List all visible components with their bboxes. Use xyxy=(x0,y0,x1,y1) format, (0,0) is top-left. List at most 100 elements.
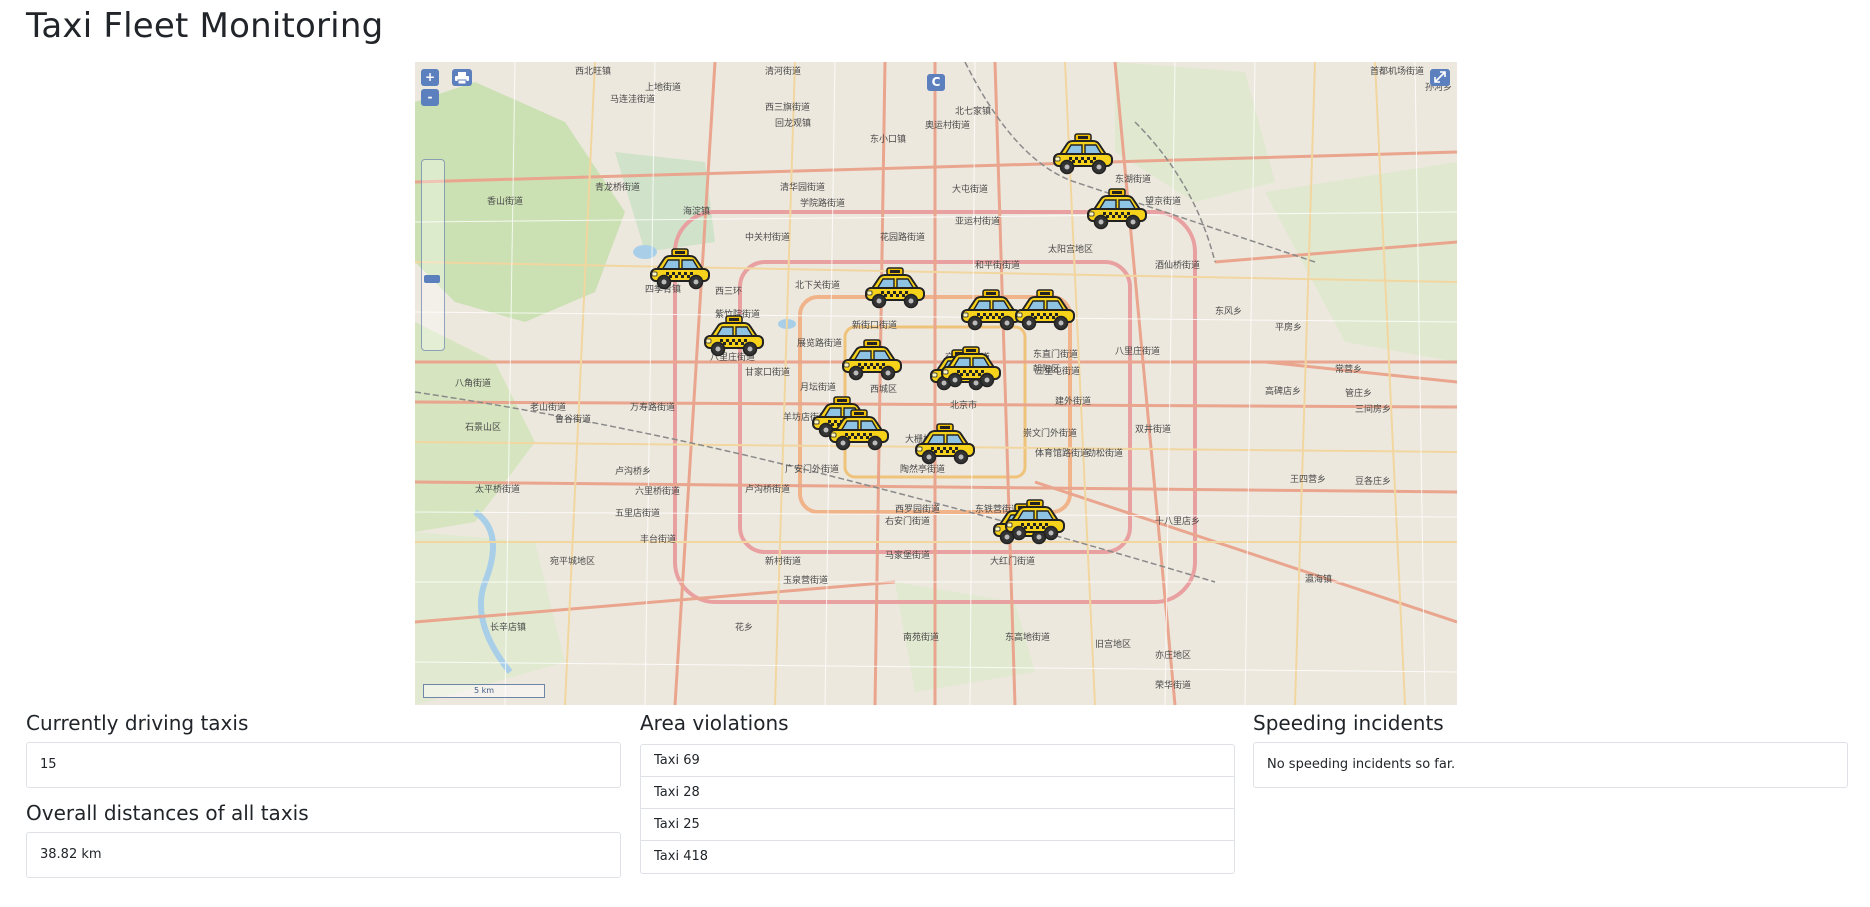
speeding-incidents-message: No speeding incidents so far. xyxy=(1253,742,1848,788)
list-item[interactable]: Taxi 69 xyxy=(641,745,1234,777)
map-place-label: 王四营乡 xyxy=(1290,473,1326,485)
driving-taxis-count: 15 xyxy=(26,742,621,788)
taxi-icon xyxy=(941,346,1001,388)
layer-switcher-button[interactable]: C xyxy=(927,74,945,91)
taxi-marker[interactable] xyxy=(827,408,891,452)
taxi-marker[interactable] xyxy=(1051,132,1115,176)
map-place-label: 亚运村街道 xyxy=(955,215,1000,227)
overall-distance-value: 38.82 km xyxy=(26,832,621,878)
zoom-slider[interactable] xyxy=(421,159,445,351)
map-place-label: 老山街道 xyxy=(530,401,566,413)
taxi-icon xyxy=(704,315,764,357)
zoom-out-button[interactable]: - xyxy=(421,89,439,106)
map-place-label: 劲松街道 xyxy=(1087,447,1123,459)
zoom-in-button[interactable]: + xyxy=(421,69,439,86)
map-place-label: 鲁谷街道 xyxy=(555,413,591,425)
taxi-marker[interactable] xyxy=(702,314,766,358)
taxi-marker[interactable] xyxy=(863,266,927,310)
taxi-marker[interactable] xyxy=(913,422,977,466)
map-place-label: 卢沟桥乡 xyxy=(615,465,651,477)
map-place-label: 北下关街道 xyxy=(795,279,840,291)
map-place-label: 奥运村街道 xyxy=(925,119,970,131)
map-place-label: 东小口镇 xyxy=(870,133,906,145)
map-place-label: 广安门外街道 xyxy=(785,463,839,475)
map-place-label: 八角街道 xyxy=(455,377,491,389)
taxi-marker[interactable] xyxy=(1003,498,1067,542)
map-place-label: 北京市 xyxy=(950,399,977,411)
map-place-label: 六里桥街道 xyxy=(635,485,680,497)
overall-distance-heading: Overall distances of all taxis xyxy=(26,801,309,825)
map-place-label: 大屯街道 xyxy=(952,183,988,195)
map-place-label: 大红门街道 xyxy=(990,555,1035,567)
zoom-slider-handle[interactable] xyxy=(424,275,440,283)
map-place-label: 十八里店乡 xyxy=(1155,515,1200,527)
map-place-label: 月坛街道 xyxy=(800,381,836,393)
map-place-label: 万寿路街道 xyxy=(630,401,675,413)
map-place-label: 宛平城地区 xyxy=(550,555,595,567)
map-place-label: 南苑街道 xyxy=(903,631,939,643)
fullscreen-icon xyxy=(1434,71,1446,83)
taxi-icon xyxy=(1015,289,1075,331)
area-violations-heading: Area violations xyxy=(640,711,789,735)
map-place-label: 中关村街道 xyxy=(745,231,790,243)
map-place-label: 长辛店镇 xyxy=(490,621,526,633)
taxi-marker[interactable] xyxy=(1085,187,1149,231)
map-place-label: 右安门街道 xyxy=(885,515,930,527)
map-place-label: 西三旗街道 xyxy=(765,101,810,113)
map-place-label: 西三环 xyxy=(715,286,742,297)
list-item[interactable]: Taxi 418 xyxy=(641,841,1234,873)
map-place-label: 东直门街道 xyxy=(1033,348,1078,360)
map-place-label: 马家堡街道 xyxy=(885,549,930,561)
map-place-label: 双井街道 xyxy=(1135,423,1171,435)
map-place-label: 瀛海镇 xyxy=(1305,573,1332,585)
taxi-icon xyxy=(1053,133,1113,175)
map-place-label: 望京街道 xyxy=(1145,195,1181,207)
map-place-label: 上地街道 xyxy=(645,81,681,93)
map-place-label: 清华园街道 xyxy=(780,181,825,193)
map-place-label: 北七家镇 xyxy=(955,105,991,117)
map-place-label: 花园路街道 xyxy=(880,231,925,243)
map-place-label: 西北旺镇 xyxy=(575,65,611,77)
printer-icon xyxy=(455,72,469,85)
map-place-label: 清河街道 xyxy=(765,65,801,77)
map-place-label: 太平桥街道 xyxy=(475,483,520,495)
map-place-label: 东风乡 xyxy=(1215,305,1242,317)
taxi-marker[interactable] xyxy=(1013,288,1077,332)
map-place-label: 西罗园街道 xyxy=(895,503,940,515)
list-item[interactable]: Taxi 25 xyxy=(641,809,1234,841)
taxi-marker[interactable] xyxy=(840,338,904,382)
map-place-label: 新村街道 xyxy=(765,555,801,567)
fleet-map[interactable]: 西北旺镇 上地街道 清河街道 马连洼街道 西三旗街道 回龙观镇 东小口镇 北七家镇 首都机场街道… xyxy=(415,62,1457,705)
map-place-label: 太阳宫地区 xyxy=(1048,243,1093,255)
map-place-label: 豆各庄乡 xyxy=(1355,475,1391,487)
map-place-label: 建外街道 xyxy=(1055,395,1091,407)
map-place-label: 石景山区 xyxy=(465,422,501,433)
map-place-label: 平房乡 xyxy=(1275,321,1302,333)
map-place-label: 卢沟桥街道 xyxy=(745,483,790,495)
map-place-label: 首都机场街道 xyxy=(1370,65,1424,77)
taxi-icon xyxy=(650,248,710,290)
map-place-label: 五里店街道 xyxy=(615,507,660,519)
map-place-label: 和平街街道 xyxy=(975,259,1020,271)
map-place-label: 海淀镇 xyxy=(683,205,710,217)
map-place-label: 新街口街道 xyxy=(852,319,897,331)
map-place-label: 三间房乡 xyxy=(1355,403,1391,415)
print-button[interactable] xyxy=(452,69,472,86)
fullscreen-button[interactable] xyxy=(1430,69,1450,86)
map-place-label: 西城区 xyxy=(870,384,897,395)
map-place-label: 马连洼街道 xyxy=(610,93,655,105)
taxi-icon xyxy=(842,339,902,381)
map-place-label: 亦庄地区 xyxy=(1155,649,1191,661)
taxi-icon xyxy=(915,423,975,465)
taxi-icon xyxy=(1005,499,1065,541)
map-place-label: 体育馆路街道 xyxy=(1035,447,1089,459)
taxi-marker[interactable] xyxy=(648,247,712,291)
area-violations-list: Taxi 69 Taxi 28 Taxi 25 Taxi 418 xyxy=(640,744,1235,874)
map-place-label: 学院路街道 xyxy=(800,197,845,209)
page-title: Taxi Fleet Monitoring xyxy=(26,6,384,46)
map-place-label: 旧宫地区 xyxy=(1095,638,1131,650)
list-item[interactable]: Taxi 28 xyxy=(641,777,1234,809)
driving-taxis-heading: Currently driving taxis xyxy=(26,711,249,735)
map-place-label: 八里庄街道 xyxy=(1115,345,1160,357)
taxi-marker[interactable] xyxy=(939,345,1003,389)
